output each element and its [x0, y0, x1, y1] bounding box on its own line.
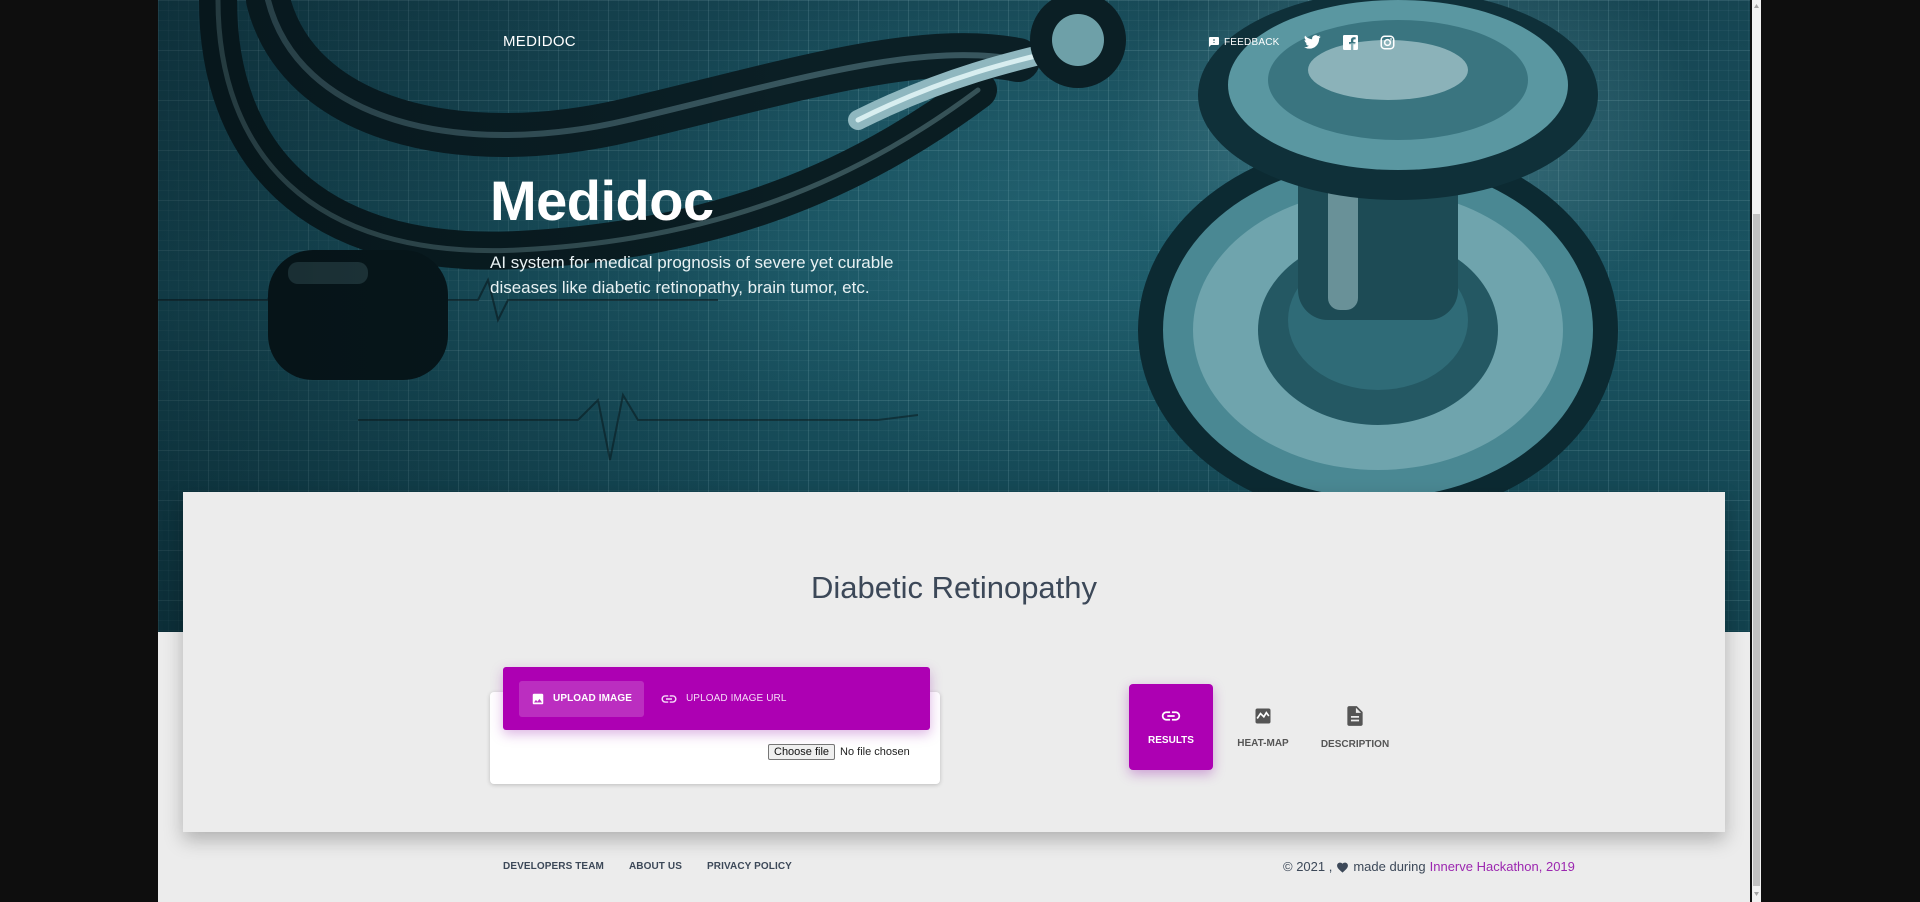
tab-description[interactable]: DESCRIPTION: [1313, 684, 1397, 770]
navbar-right: FEEDBACK: [1208, 32, 1417, 52]
footer-link-developers-team[interactable]: DEVELOPERS TEAM: [503, 861, 604, 872]
main-card: [183, 492, 1725, 832]
twitter-link[interactable]: [1303, 35, 1321, 49]
result-tabs: RESULTS HEAT-MAP DESCRIPTION: [1129, 684, 1405, 770]
footer-link-privacy-policy[interactable]: PRIVACY POLICY: [707, 861, 792, 872]
brand-link[interactable]: MEDIDOC: [503, 33, 576, 50]
heart-icon: [1337, 862, 1349, 873]
tab-upload-image-url[interactable]: UPLOAD IMAGE URL: [648, 681, 799, 717]
tab-upload-image[interactable]: UPLOAD IMAGE: [519, 680, 644, 717]
copyright: © 2021 , made during Innerve Hackathon, …: [1283, 859, 1575, 874]
tab-upload-image-url-label: UPLOAD IMAGE URL: [685, 693, 787, 704]
choose-file-button[interactable]: Choose file: [768, 744, 836, 760]
footer-link-about-us[interactable]: ABOUT US: [629, 861, 682, 872]
tab-heat-map-label: HEAT-MAP: [1237, 737, 1289, 749]
footer-links: DEVELOPERS TEAM ABOUT US PRIVACY POLICY: [503, 861, 817, 872]
link-icon: [1161, 710, 1181, 721]
instagram-link[interactable]: [1380, 35, 1395, 50]
instagram-icon: [1380, 35, 1395, 49]
file-status: No file chosen: [840, 746, 910, 758]
hero-title: Medidoc: [490, 169, 714, 232]
scroll-up-arrow-icon[interactable]: [1753, 2, 1760, 10]
file-input: Choose file No file chosen: [768, 744, 910, 760]
document-icon: [1347, 705, 1363, 726]
tab-results[interactable]: RESULTS: [1129, 684, 1213, 770]
section-title: Diabetic Retinopathy: [810, 570, 1098, 605]
scrollbar-thumb[interactable]: [1753, 214, 1760, 886]
made-during-text: made during: [1353, 859, 1426, 874]
link-icon: [661, 694, 677, 703]
feedback-link[interactable]: FEEDBACK: [1208, 36, 1280, 48]
image-icon: [532, 693, 544, 704]
tab-description-label: DESCRIPTION: [1320, 738, 1390, 750]
scroll-down-arrow-icon[interactable]: [1753, 890, 1760, 898]
hero-subtitle: AI system for medical prognosis of sever…: [490, 253, 894, 297]
tab-heat-map[interactable]: HEAT-MAP: [1221, 684, 1305, 770]
upload-tabs-header: UPLOAD IMAGE UPLOAD IMAGE URL: [503, 667, 930, 730]
feedback-icon: [1209, 37, 1219, 47]
page: MEDIDOC FEEDBACK Medidoc AI system for m…: [158, 0, 1750, 902]
copyright-year: © 2021 ,: [1283, 859, 1333, 874]
facebook-link[interactable]: [1342, 34, 1358, 50]
twitter-icon: [1303, 35, 1321, 49]
facebook-icon: [1342, 34, 1358, 50]
wave-chart-icon: [1255, 708, 1271, 723]
tab-upload-image-label: UPLOAD IMAGE: [553, 693, 632, 704]
hackathon-link[interactable]: Innerve Hackathon, 2019: [1430, 859, 1575, 874]
tab-results-label: RESULTS: [1148, 734, 1194, 746]
feedback-label: FEEDBACK: [1224, 36, 1280, 48]
